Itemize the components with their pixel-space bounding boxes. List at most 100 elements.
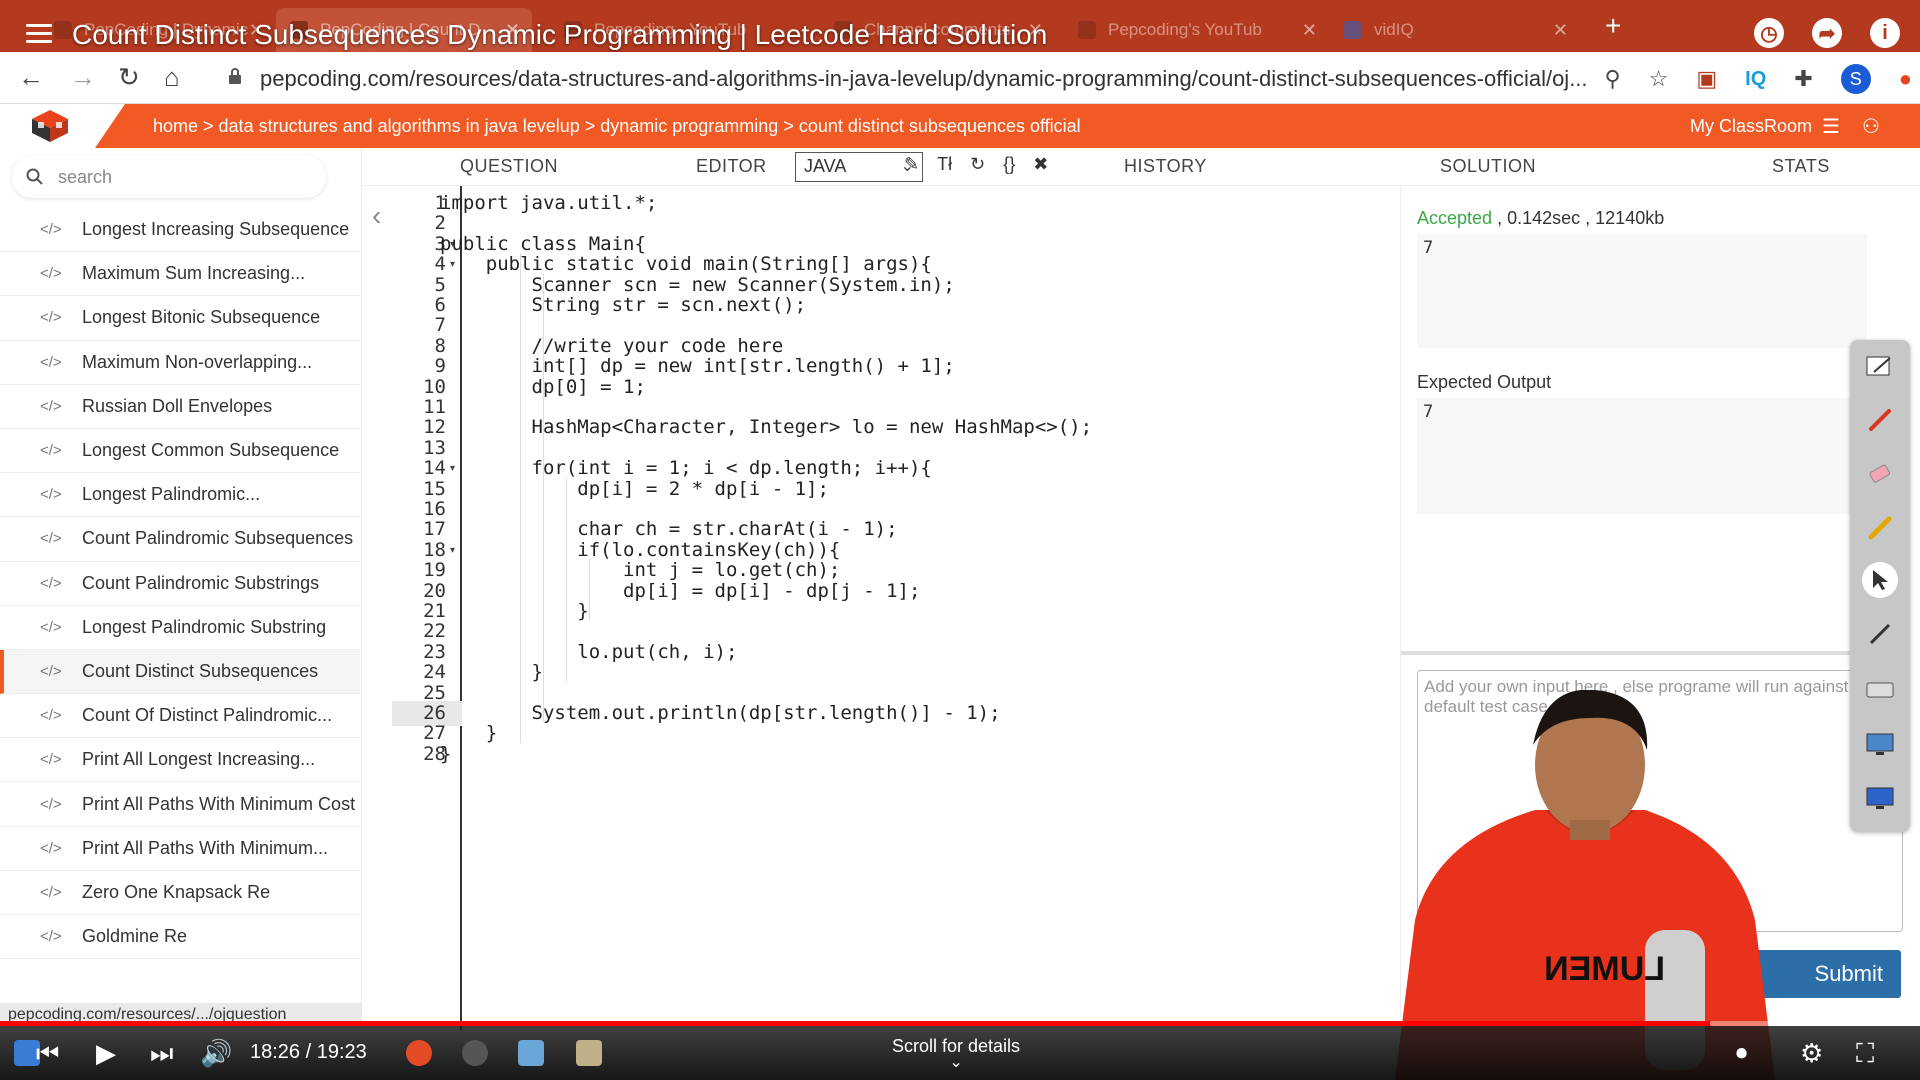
tab-question[interactable]: QUESTION (460, 156, 558, 177)
code-line[interactable]: char ch = str.charAt(i - 1); (440, 518, 897, 540)
next-icon[interactable]: ⏭ (150, 1038, 173, 1070)
code-line[interactable]: public class Main{ (440, 233, 646, 255)
sidebar-item[interactable]: </> Longest Palindromic... (0, 473, 360, 518)
code-line[interactable]: Scanner scn = new Scanner(System.in); (440, 274, 955, 296)
tab-history[interactable]: HISTORY (1124, 156, 1207, 177)
whiteboard-icon[interactable] (1862, 348, 1898, 384)
sidebar-item[interactable]: </> Longest Increasing Subsequence (0, 208, 360, 253)
sidebar-item[interactable]: </> Goldmine Re (0, 915, 360, 960)
back-icon[interactable]: ← (18, 62, 44, 93)
panel-divider[interactable] (1401, 651, 1871, 655)
code-icon: </> (40, 530, 62, 548)
sidebar-item[interactable]: </> Longest Common Subsequence (0, 429, 360, 474)
code-line[interactable]: dp[i] = dp[i] - dp[j - 1]; (440, 580, 920, 602)
sidebar-item[interactable]: </> Longest Bitonic Subsequence (0, 296, 360, 341)
sidebar-item[interactable]: </> Maximum Sum Increasing... (0, 252, 360, 297)
bookmark-star-icon[interactable]: ☆ (1649, 66, 1669, 92)
sidebar-item[interactable]: </> Count Distinct Subsequences (0, 649, 360, 695)
theme-brush-icon[interactable]: ✎ (904, 154, 919, 175)
code-line[interactable]: lo.put(ch, i); (440, 641, 737, 663)
settings-gear-icon[interactable]: ⚙ (1800, 1038, 1823, 1069)
pocket-icon[interactable]: ▣ (1696, 66, 1717, 92)
format-code-icon[interactable]: {} (1003, 154, 1015, 175)
reload-icon[interactable]: ↻ (118, 62, 140, 93)
pointer-icon[interactable] (1862, 562, 1898, 598)
sidebar-item[interactable]: </> Russian Doll Envelopes (0, 385, 360, 429)
code-line[interactable]: //write your code here (440, 335, 784, 357)
url-field[interactable]: pepcoding.com/resources/data-structures-… (260, 66, 1590, 92)
code-line[interactable]: for(int i = 1; i < dp.length; i++){ (440, 457, 932, 479)
close-icon[interactable]: ✕ (1302, 20, 1317, 41)
code-line[interactable]: } (440, 743, 451, 765)
chrome-taskbar-icon[interactable] (406, 1040, 432, 1066)
sidebar-item[interactable]: </> Count Palindromic Substrings (0, 562, 360, 606)
share-icon[interactable]: ➦ (1812, 18, 1842, 48)
code-line[interactable]: int j = lo.get(ch); (440, 559, 840, 581)
sidebar-item[interactable]: </> Count Of Distinct Palindromic... (0, 694, 360, 739)
screen-icon[interactable] (1862, 726, 1898, 762)
highlighter-icon[interactable] (1862, 510, 1898, 546)
play-icon[interactable]: ▶ (96, 1038, 116, 1069)
watch-later-icon[interactable]: ◷ (1754, 18, 1784, 48)
code-line[interactable]: if(lo.containsKey(ch)){ (440, 539, 840, 561)
scroll-for-details[interactable]: Scroll for details ⌄ (892, 1036, 1020, 1071)
font-size-icon[interactable]: Tł (937, 154, 952, 175)
sidebar-item[interactable]: </> Longest Palindromic Substring (0, 606, 360, 650)
app-taskbar-icon[interactable] (518, 1040, 544, 1066)
home-icon[interactable]: ⌂ (164, 62, 180, 93)
app-taskbar-icon[interactable] (576, 1040, 602, 1066)
sidebar-item[interactable]: </> Print All Longest Increasing... (0, 738, 360, 783)
fullscreen-icon[interactable]: ✖ (1033, 154, 1048, 175)
collapse-sidebar-icon[interactable]: ‹ (372, 200, 381, 232)
code-line[interactable]: String str = scn.next(); (440, 294, 807, 316)
sidebar-item[interactable]: </> Print All Paths With Minimum... (0, 827, 360, 871)
breadcrumb[interactable]: home > data structures and algorithms in… (153, 116, 1081, 137)
sidebar-item[interactable]: </> Count Palindromic Subsequences (0, 517, 360, 562)
extension-icon[interactable]: ● (1899, 66, 1912, 92)
code-line[interactable]: dp[i] = 2 * dp[i - 1]; (440, 478, 829, 500)
iq-extension-icon[interactable]: IQ (1745, 68, 1766, 91)
autoplay-toggle-icon[interactable]: ⏺ (1736, 1040, 1747, 1066)
close-icon[interactable]: ✕ (1553, 20, 1568, 41)
new-tab-icon[interactable]: + (1605, 10, 1621, 42)
zoom-icon[interactable]: ⚲ (1604, 66, 1620, 92)
sidebar-item[interactable]: </> Zero One Knapsack Re (0, 871, 360, 915)
fullscreen-toggle-icon[interactable]: ⛶ (1856, 1038, 1874, 1070)
browser-tab[interactable]: vidIQ ✕ (1330, 8, 1580, 52)
code-line[interactable]: HashMap<Character, Integer> lo = new Has… (440, 416, 1093, 438)
classroom-list-icon[interactable]: ☰ (1822, 114, 1840, 139)
tab-solution[interactable]: SOLUTION (1440, 156, 1536, 177)
profile-avatar[interactable]: S (1840, 64, 1871, 94)
previous-icon[interactable]: ⏮ (36, 1038, 59, 1070)
eraser-icon[interactable] (1862, 456, 1898, 492)
code-line[interactable]: } (440, 661, 543, 683)
code-line[interactable]: import java.util.*; (440, 192, 657, 214)
tab-stats[interactable]: STATS (1772, 156, 1830, 177)
line-tool-icon[interactable] (1862, 616, 1898, 652)
search-box[interactable]: search (12, 156, 326, 198)
info-icon[interactable]: i (1870, 18, 1900, 48)
volume-icon[interactable]: 🔊 (200, 1038, 232, 1069)
my-classroom-link[interactable]: My ClassRoom (1690, 116, 1812, 137)
pen-icon[interactable] (1862, 402, 1898, 438)
search-input[interactable]: search (58, 167, 112, 188)
code-line[interactable]: } (440, 722, 497, 744)
forward-icon[interactable]: → (70, 62, 96, 93)
your-output-value: 7 (1423, 238, 1434, 258)
desktop-icon[interactable] (1862, 780, 1898, 816)
line-number: 6 (434, 294, 446, 316)
tab-editor[interactable]: EDITOR (696, 156, 767, 177)
pepcoding-logo[interactable] (30, 108, 70, 144)
code-line[interactable]: int[] dp = new int[str.length() + 1]; (440, 355, 955, 377)
sidebar-item[interactable]: </> Print All Paths With Minimum Cost (0, 782, 360, 827)
user-icon[interactable]: ⚇ (1862, 114, 1880, 139)
sidebar-item[interactable]: </> Maximum Non-overlapping... (0, 341, 360, 385)
reset-code-icon[interactable]: ↻ (970, 154, 985, 175)
app-taskbar-icon[interactable] (462, 1040, 488, 1066)
code-editor[interactable]: ‹ 1 2 3 ▾ 4 ▾ 5 6 7 8 9 10 11 12 13 14 ▾ 15 16 17 18 ▾ 19 20 21 2… (362, 186, 1387, 1030)
keyboard-icon[interactable] (1862, 672, 1898, 708)
code-line[interactable]: System.out.println(dp[str.length()] - 1)… (440, 702, 1001, 724)
extensions-icon[interactable]: ✚ (1794, 66, 1812, 92)
browser-tab[interactable]: Pepcoding's YouTub ✕ (1064, 8, 1329, 52)
code-line[interactable]: public static void main(String[] args){ (440, 253, 932, 275)
